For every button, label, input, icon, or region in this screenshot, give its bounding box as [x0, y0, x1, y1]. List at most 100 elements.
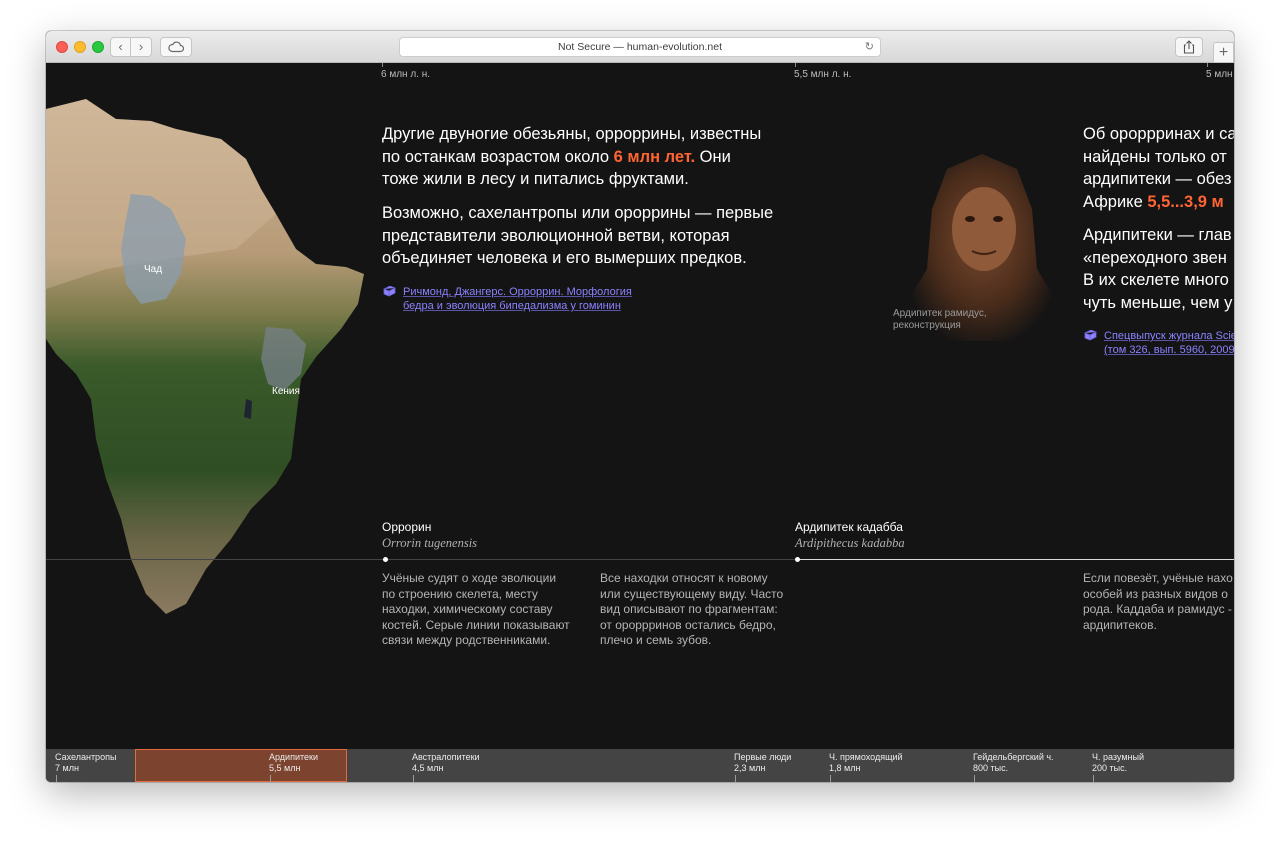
intro-line: представители эволюционной ветви, котора…: [382, 226, 730, 245]
reference-link-richmond[interactable]: Ричмонд, Джангерс. Орроррин. Морфология …: [383, 285, 632, 313]
africa-map: Чад Кения: [46, 99, 364, 614]
nav-item-age: 5,5 млн: [269, 763, 301, 773]
species-name-orrorin[interactable]: Оррорин: [382, 520, 431, 534]
nav-item-sahelanthropus[interactable]: Сахелантропы 7 млн: [55, 752, 116, 774]
nav-item-australopithecus[interactable]: Австралопитеки 4,5 млн: [412, 752, 480, 774]
age-highlight: 6 млн лет.: [613, 147, 696, 166]
chad-label: Чад: [144, 264, 162, 275]
reference-line: Ричмонд, Джангерс. Орроррин. Морфология: [403, 286, 632, 298]
intro-text: по останкам возрастом около: [382, 147, 614, 166]
nav-item-age: 1,8 млн: [829, 763, 861, 773]
nav-tick: [413, 775, 414, 782]
reference-link-science[interactable]: Спецвыпуск журнала Scie (том 326, вып. 5…: [1084, 329, 1234, 357]
address-bar[interactable]: Not Secure — human-evolution.net ↻: [399, 37, 881, 57]
nav-tick: [830, 775, 831, 782]
intro-line: по останкам возрастом около 6 млн лет. О…: [382, 146, 761, 169]
browser-window: ‹ › Not Secure — human-evolution.net ↻ +…: [46, 31, 1234, 782]
right-text: Африке: [1083, 192, 1148, 211]
note-line: находки, химическому составу: [382, 602, 553, 617]
timescale-label: 5 млн: [1206, 69, 1233, 80]
icloud-tabs-button[interactable]: [160, 37, 192, 57]
note-line: рода. Каддаба и рамидус -: [1083, 602, 1232, 617]
note-line: костей. Серые линии показывают: [382, 617, 570, 632]
intro-paragraph-1: Другие двуногие обезьяны, орроррины, изв…: [382, 123, 761, 191]
nav-item-label: Австралопитеки: [412, 752, 480, 762]
portrait-eye: [965, 216, 975, 222]
forward-icon: ›: [138, 39, 144, 54]
nav-item-label: Ардипитеки: [269, 752, 318, 762]
note-line: связи между родственниками.: [382, 633, 551, 648]
nav-item-age: 2,3 млн: [734, 763, 766, 773]
note-line: по строению скелета, месту: [382, 586, 538, 601]
note-line: или существующему виду. Часто: [600, 586, 784, 601]
nav-item-label: Первые люди: [734, 752, 792, 762]
caption-line: Ардипитек рамидус,: [893, 308, 987, 319]
address-text: Not Secure — human-evolution.net: [557, 41, 722, 53]
new-tab-button[interactable]: +: [1213, 42, 1234, 63]
species-latin-orrorin: Orrorin tugenensis: [382, 536, 478, 550]
cloud-icon: [168, 41, 185, 53]
portrait-face: [952, 187, 1016, 271]
note-line: вид описывают по фрагментам:: [600, 602, 778, 617]
right-line: Африке 5,5...3,9 м: [1083, 191, 1234, 214]
reload-icon[interactable]: ↻: [865, 38, 874, 56]
orrorin-marker[interactable]: [383, 557, 388, 562]
age-range-highlight: 5,5...3,9 м: [1147, 192, 1224, 211]
right-line: чуть меньше, чем у: [1083, 293, 1233, 312]
share-icon: [1183, 40, 1195, 54]
nav-item-age: 4,5 млн: [412, 763, 444, 773]
nav-item-homo-sapiens[interactable]: Ч. разумный 200 тыс.: [1092, 752, 1144, 774]
timescale-label: 5,5 млн л. н.: [794, 69, 852, 80]
note-evolution: Учёные судят о ходе эволюции по строению…: [382, 571, 570, 649]
intro-paragraph-2: Возможно, сахелантропы или ороррины — пе…: [382, 202, 773, 270]
right-line: В их скелете много: [1083, 271, 1229, 289]
right-line: Об ороррринах и са: [1083, 125, 1234, 143]
reference-line: Спецвыпуск журнала Scie: [1104, 330, 1234, 342]
species-name-kadabba[interactable]: Ардипитек кадабба: [795, 520, 903, 534]
forward-button[interactable]: ›: [131, 37, 152, 57]
nav-item-heidelbergensis[interactable]: Гейдельбергский ч. 800 тыс.: [973, 752, 1054, 774]
note-line: Учёные судят о ходе эволюции: [382, 571, 557, 585]
kadabba-marker[interactable]: [795, 557, 800, 562]
close-window-button[interactable]: [56, 41, 68, 53]
note-line: плечо и семь зубов.: [600, 633, 712, 648]
nav-item-ardipithecus[interactable]: Ардипитеки 5,5 млн: [269, 752, 318, 774]
species-latin-kadabba: Ardipithecus kadabba: [795, 536, 905, 550]
nav-item-label: Ч. разумный: [1092, 752, 1144, 762]
portrait-eye: [993, 216, 1003, 222]
right-line: ардипитеки — обез: [1083, 170, 1232, 188]
minimize-window-button[interactable]: [74, 41, 86, 53]
share-button[interactable]: [1175, 37, 1203, 57]
timescale-tick: [382, 63, 383, 67]
nav-item-homo-erectus[interactable]: Ч. прямоходящий 1,8 млн: [829, 752, 903, 774]
note-findings: Все находки относят к новому или существ…: [600, 571, 783, 649]
intro-line: Возможно, сахелантропы или ороррины — пе…: [382, 204, 774, 222]
kenya-label: Кения: [272, 386, 300, 397]
note-genus: Если повезёт, учёные нахо особей из разн…: [1083, 571, 1233, 633]
right-line: «переходного звен: [1083, 248, 1227, 267]
plus-icon: +: [1218, 44, 1229, 61]
note-line: ардипитеков.: [1083, 617, 1157, 632]
right-line: Ардипитеки — глав: [1083, 226, 1232, 244]
page-content: 6 млн л. н. 5,5 млн л. н. 5 млн Чад Кени…: [46, 63, 1234, 782]
nav-tick: [735, 775, 736, 782]
intro-text: Они: [695, 147, 731, 166]
nav-tick: [974, 775, 975, 782]
browser-toolbar: ‹ › Not Secure — human-evolution.net ↻ +: [46, 31, 1234, 63]
back-button[interactable]: ‹: [110, 37, 131, 57]
nav-tick: [56, 775, 57, 782]
ardipithecus-paragraph-1: Об ороррринах и са найдены только от ард…: [1083, 123, 1234, 213]
nav-item-first-humans[interactable]: Первые люди 2,3 млн: [734, 752, 791, 774]
note-line: от ороррринов остались бедро,: [600, 617, 776, 632]
era-navigator: Сахелантропы 7 млн Ардипитеки 5,5 млн Ав…: [46, 749, 1234, 782]
nav-tick: [270, 775, 271, 782]
timescale-tick: [795, 63, 796, 67]
nav-item-label: Сахелантропы: [55, 752, 117, 762]
maximize-window-button[interactable]: [92, 41, 104, 53]
portrait-caption: Ардипитек рамидус, реконструкция: [893, 308, 987, 332]
intro-line: Другие двуногие обезьяны, орроррины, изв…: [382, 125, 762, 143]
back-icon: ‹: [118, 39, 123, 54]
timescale-tick: [1207, 63, 1208, 67]
nav-item-label: Ч. прямоходящий: [829, 752, 903, 762]
caption-line: реконструкция: [893, 320, 961, 331]
